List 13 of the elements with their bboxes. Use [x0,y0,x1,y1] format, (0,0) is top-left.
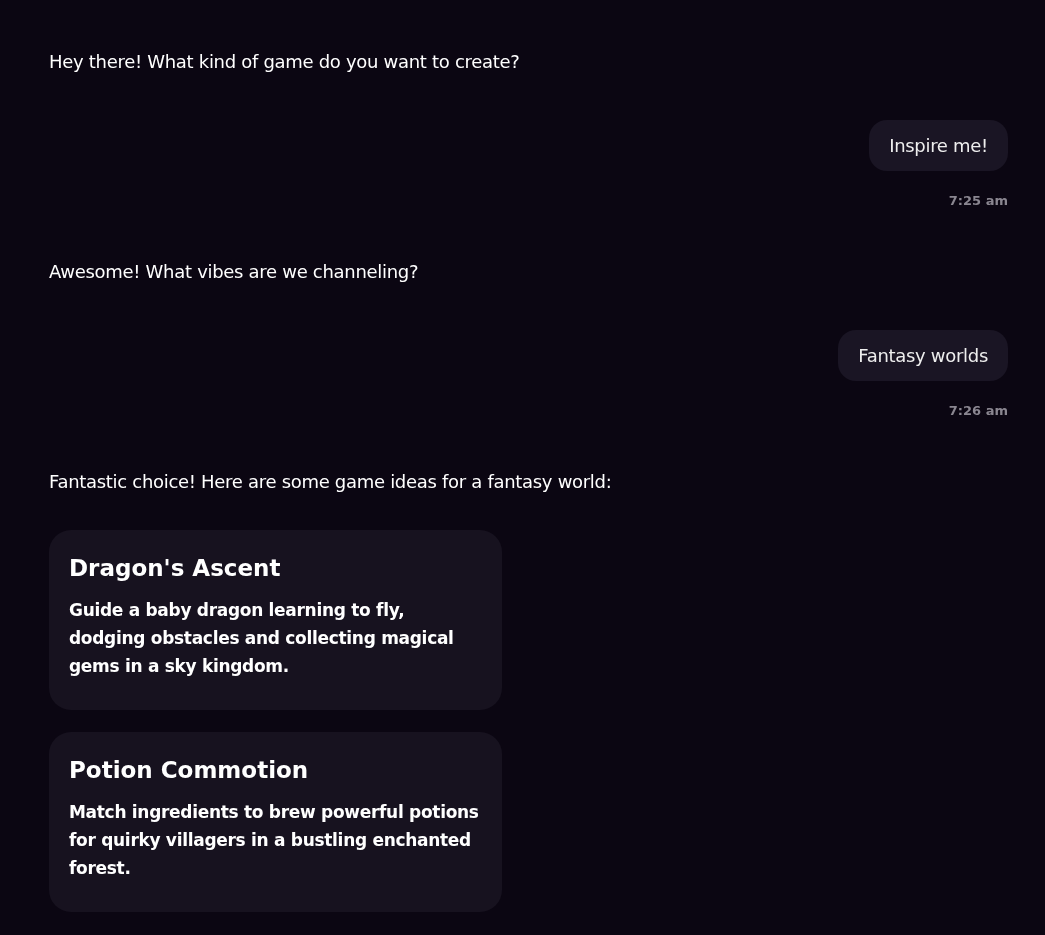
user-message-bubble: Fantasy worlds [838,330,1008,381]
message-time: 7:25 am [948,193,1008,208]
card-description: Match ingredients to brew powerful potions for quirky villagers in a bustling enchanted forest. [69,801,480,880]
assistant-message: Hey there! What kind of game do you want to create? [49,50,521,74]
game-idea-card[interactable]: Dragon's Ascent Guide a baby dragon learning to fly, dodging obstacles and collecting magical gems in a sky kingdom. [49,530,502,710]
assistant-message: Awesome! What vibes are we channeling? [49,260,420,284]
user-message-bubble: Inspire me! [869,120,1008,171]
card-title: Dragon's Ascent [69,554,282,583]
assistant-message: Fantastic choice! Here are some game ideas for a fantasy world: [49,470,613,494]
message-time: 7:26 am [948,403,1008,418]
game-idea-card[interactable]: Potion Commotion Match ingredients to brew powerful potions for quirky villagers in a bustling enchanted forest. [49,732,502,912]
card-title: Potion Commotion [69,756,310,785]
card-description: Guide a baby dragon learning to fly, dodging obstacles and collecting magical gems in a sky kingdom. [69,599,455,678]
